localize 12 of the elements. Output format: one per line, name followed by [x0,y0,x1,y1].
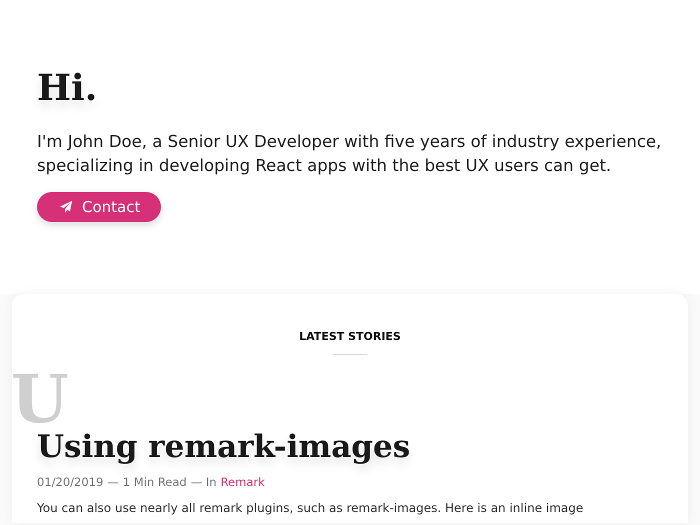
meta-separator: — In [190,475,217,489]
paper-plane-icon [59,200,73,214]
section-heading: LATEST STORIES [298,330,402,344]
post-title[interactable]: Using remark-images [37,427,410,467]
category-link[interactable]: Remark [220,475,265,489]
intro-text: I'm John Doe, a Senior UX Developer with five years of industry experience, specializing in developing React apps with the best UX users can get. [37,131,662,177]
read-time: 1 Min Read [122,475,187,489]
hero-heading: Hi. [37,66,98,110]
meta-separator: — [107,475,119,489]
contact-button[interactable]: Contact [37,192,161,222]
post-date: 01/20/2019 [37,475,104,489]
post-excerpt: You can also use nearly all remark plugins, such as remark-images. Here is an inline image [37,501,584,515]
